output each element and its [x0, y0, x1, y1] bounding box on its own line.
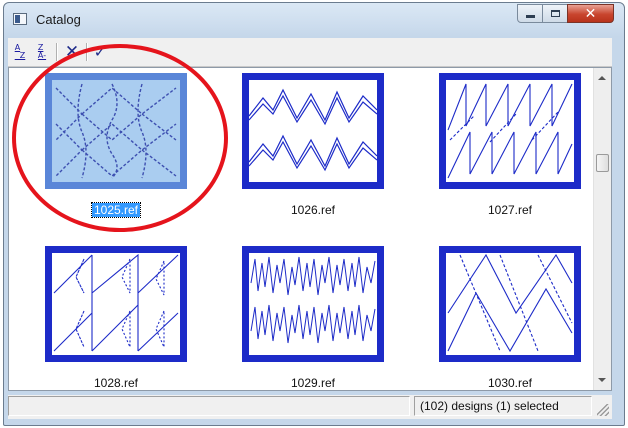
design-thumbnail-1026[interactable] — [242, 73, 384, 189]
sort-descending-button[interactable]: Z A- — [32, 42, 52, 62]
design-pattern-1027 — [447, 83, 573, 179]
delete-x-icon: ✕ — [64, 41, 80, 62]
design-pattern-1025 — [55, 83, 177, 179]
sort-ascending-button[interactable]: A Z — [10, 42, 30, 62]
design-pattern-1026 — [249, 88, 377, 172]
design-label-1026[interactable]: 1026.ref — [242, 203, 384, 217]
toolbar-separator — [56, 43, 58, 61]
close-icon: ✕ — [584, 5, 597, 22]
accept-button[interactable]: ✓ — [90, 42, 110, 62]
sort-ascending-icon: A Z — [14, 43, 26, 60]
design-thumbnail-1025[interactable] — [45, 73, 187, 189]
scroll-down-arrow-icon[interactable] — [598, 378, 606, 382]
window-title: Catalog — [36, 12, 81, 27]
app-icon — [13, 13, 27, 25]
design-label-1025[interactable]: 1025.ref — [45, 202, 187, 218]
vertical-scrollbar[interactable] — [593, 68, 611, 390]
checkmark-icon: ✓ — [93, 42, 107, 61]
design-pattern-1028 — [53, 253, 179, 352]
status-bar: (102) designs (1) selected — [8, 395, 612, 419]
design-label-1030[interactable]: 1030.ref — [439, 376, 581, 390]
title-bar[interactable]: Catalog ✕ — [4, 3, 624, 37]
maximize-button[interactable] — [542, 4, 568, 23]
design-label-1027[interactable]: 1027.ref — [439, 203, 581, 217]
status-panel-empty — [8, 396, 410, 416]
design-thumbnail-1029[interactable] — [242, 246, 384, 362]
design-pattern-1029 — [250, 256, 376, 344]
design-label-1028[interactable]: 1028.ref — [45, 376, 187, 390]
toolbar: A Z Z A- ✕ ✓ — [8, 38, 612, 67]
design-label-1029[interactable]: 1029.ref — [242, 376, 384, 390]
design-pattern-1030 — [447, 253, 573, 353]
design-thumbnail-1030[interactable] — [439, 246, 581, 362]
scrollbar-thumb[interactable] — [596, 154, 609, 172]
scroll-up-arrow-icon[interactable] — [598, 76, 606, 80]
design-thumbnail-1028[interactable] — [45, 246, 187, 362]
design-thumbnail-1027[interactable] — [439, 73, 581, 189]
close-button[interactable]: ✕ — [567, 4, 614, 23]
toolbar-separator — [86, 43, 88, 61]
minimize-button[interactable] — [517, 4, 543, 23]
status-summary: (102) designs (1) selected — [414, 396, 592, 416]
minimize-icon — [525, 15, 535, 18]
delete-button[interactable]: ✕ — [62, 42, 82, 62]
resize-grip-icon[interactable] — [597, 404, 609, 416]
sort-descending-icon: Z A- — [37, 43, 47, 60]
design-catalog-list[interactable]: 1025.ref 1026.ref 1027.ref 1028.ref 1029… — [8, 67, 612, 391]
maximize-icon — [550, 10, 560, 17]
